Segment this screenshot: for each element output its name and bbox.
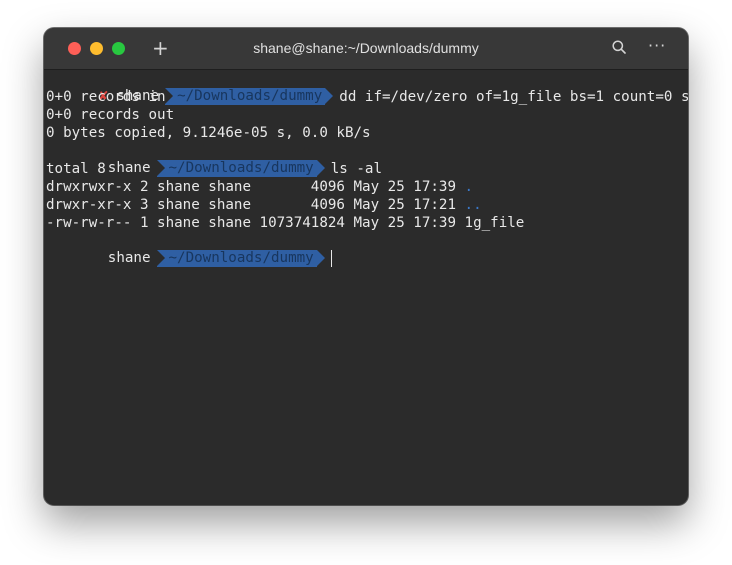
prompt-user: shane bbox=[107, 250, 151, 266]
search-icon[interactable] bbox=[612, 40, 626, 57]
window-title: shane@shane:~/Downloads/dummy bbox=[253, 40, 479, 56]
prompt-line: ✘ shane ~/Downloads/dummy dd if=/dev/zero … bbox=[46, 70, 688, 105]
ls-row-name: . bbox=[464, 179, 474, 195]
prompt-line: shane ~/Downloads/dummy bbox=[46, 232, 686, 267]
ls-row-meta: drwxrwxr-x 2 shane shane 4096 May 25 17:… bbox=[46, 179, 465, 195]
output-line: 0+0 records out bbox=[46, 107, 175, 123]
ls-row-name: .. bbox=[464, 197, 482, 213]
terminal-window: + shane@shane:~/Downloads/dummy ··· ✘ sh… bbox=[44, 28, 688, 505]
ls-row-meta: drwxr-xr-x 3 shane shane 4096 May 25 17:… bbox=[46, 197, 465, 213]
prompt-user-segment: shane bbox=[97, 250, 153, 267]
output-line: 0+0 records in bbox=[46, 89, 166, 105]
terminal-output[interactable]: ✘ shane ~/Downloads/dummy dd if=/dev/zero … bbox=[46, 70, 688, 267]
ls-row-name: 1g_file bbox=[464, 215, 525, 231]
ls-row: -rw-rw-r-- 1 shane shane 1073741824 May … bbox=[46, 214, 686, 232]
ls-row: drwxrwxr-x 2 shane shane 4096 May 25 17:… bbox=[46, 178, 686, 196]
output-line: 0 bytes copied, 9.1246e-05 s, 0.0 kB/s bbox=[46, 125, 371, 141]
title-bar: + shane@shane:~/Downloads/dummy ··· bbox=[44, 28, 688, 70]
output-line: total 8 bbox=[46, 161, 106, 177]
prompt-path-segment: ~/Downloads/dummy bbox=[156, 250, 325, 267]
ls-row: drwxr-xr-x 3 shane shane 4096 May 25 17:… bbox=[46, 196, 686, 214]
ls-row-meta: -rw-rw-r-- 1 shane shane 1073741824 May … bbox=[46, 215, 465, 231]
more-icon[interactable]: ··· bbox=[648, 38, 666, 54]
text-cursor bbox=[330, 250, 332, 267]
prompt-line: shane ~/Downloads/dummy ls -al bbox=[46, 142, 686, 177]
